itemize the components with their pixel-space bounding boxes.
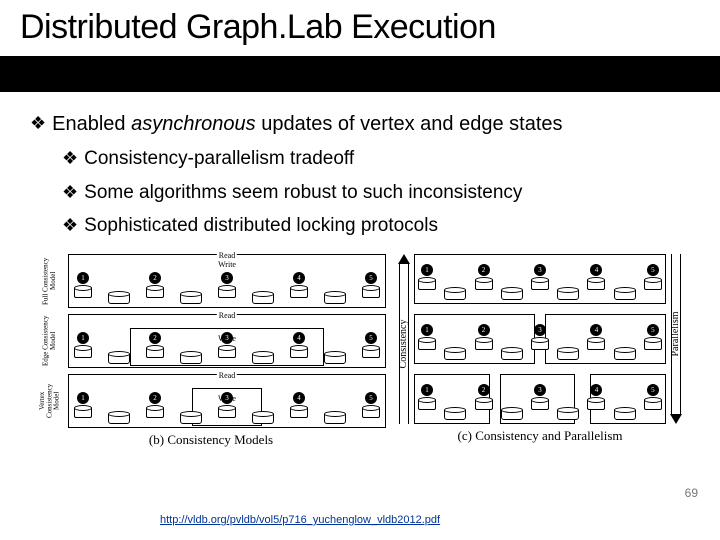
panel-b: Full Consistency Model Edge Consistency … xyxy=(36,254,386,448)
vertex-chain: 1 2 3 4 5 xyxy=(74,392,380,424)
bullet-glyph-icon: ❖ xyxy=(62,212,78,238)
panel-c: Consistency 1 2 3 4 xyxy=(396,254,684,448)
consistency-arrow: Consistency xyxy=(396,254,412,424)
bullet-glyph-icon: ❖ xyxy=(62,145,78,171)
panel-b-grid: Full Consistency Model Edge Consistency … xyxy=(36,254,386,428)
parallelism-arrow: Parallelism xyxy=(668,254,684,424)
sub-bullet: ❖ Sophisticated distributed locking prot… xyxy=(62,212,690,240)
model-row-vertex: Read Write 1 2 3 4 xyxy=(68,374,386,428)
scope-label-write: Write xyxy=(216,260,238,269)
bullet-main-text: Enabled asynchronous updates of vertex a… xyxy=(52,110,562,139)
sub-bullet-list: ❖ Consistency-parallelism tradeoff ❖ Som… xyxy=(30,145,690,240)
c-row: 1 2 3 4 5 xyxy=(414,374,666,424)
panel-b-caption: (b) Consistency Models xyxy=(36,432,386,448)
bullet-glyph-icon: ❖ xyxy=(30,110,46,136)
panel-c-rows: 1 2 3 4 5 xyxy=(414,254,666,424)
row-label: Vertex Consistency Model xyxy=(36,374,64,428)
page-number: 69 xyxy=(685,486,698,500)
vertex-chain: 1 2 3 4 5 xyxy=(74,332,380,364)
vertex-chain: 1 2 3 4 5 xyxy=(74,272,380,304)
slide-title: Distributed Graph.Lab Execution xyxy=(20,8,496,47)
row-label: Full Consistency Model xyxy=(36,254,64,308)
content-area: ❖ Enabled asynchronous updates of vertex… xyxy=(0,84,720,448)
panel-b-rows: Read Write 1 2 3 4 5 xyxy=(68,254,386,428)
title-region: Distributed Graph.Lab Execution xyxy=(0,0,720,84)
bullet-glyph-icon: ❖ xyxy=(62,179,78,205)
panel-c-wrap: Consistency 1 2 3 4 xyxy=(396,254,684,424)
c-row: 1 2 3 4 5 xyxy=(414,254,666,304)
figure: Full Consistency Model Edge Consistency … xyxy=(30,254,690,448)
panel-c-caption: (c) Consistency and Parallelism xyxy=(396,428,684,444)
model-row-edge: Read Write 1 2 3 4 xyxy=(68,314,386,368)
bullet-main: ❖ Enabled asynchronous updates of vertex… xyxy=(30,110,690,139)
sub-bullet: ❖ Some algorithms seem robust to such in… xyxy=(62,179,690,207)
title-underline-band xyxy=(0,56,720,92)
sub-bullet-text: Sophisticated distributed locking protoc… xyxy=(84,212,438,240)
panel-b-row-labels: Full Consistency Model Edge Consistency … xyxy=(36,254,64,428)
sub-bullet-text: Consistency-parallelism tradeoff xyxy=(84,145,354,173)
scope-label-read: Read xyxy=(217,371,237,380)
scope-label-read: Read xyxy=(217,251,237,260)
row-label: Edge Consistency Model xyxy=(36,314,64,368)
model-row-full: Read Write 1 2 3 4 5 xyxy=(68,254,386,308)
scope-label-read: Read xyxy=(217,311,237,320)
sub-bullet-text: Some algorithms seem robust to such inco… xyxy=(84,179,522,207)
c-row: 1 2 3 4 5 xyxy=(414,314,666,364)
footer-citation-link[interactable]: http://vldb.org/pvldb/vol5/p716_yuchengl… xyxy=(160,514,440,526)
sub-bullet: ❖ Consistency-parallelism tradeoff xyxy=(62,145,690,173)
